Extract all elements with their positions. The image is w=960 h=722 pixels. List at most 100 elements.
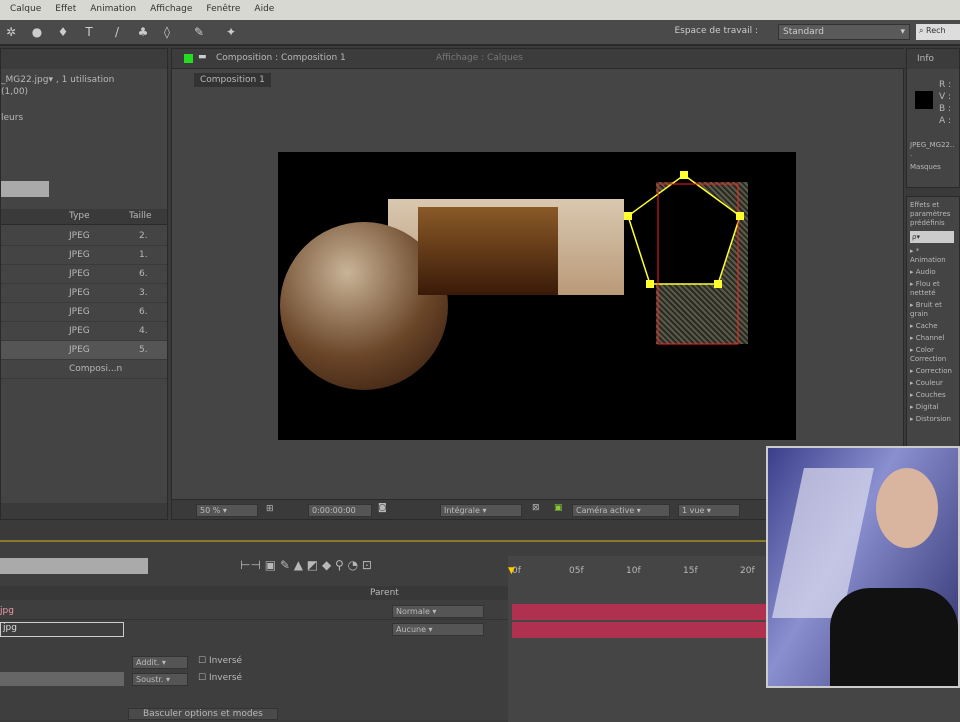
- effects-search-input[interactable]: ρ▾: [910, 231, 954, 243]
- menu-animation[interactable]: Animation: [90, 4, 136, 16]
- layer-row[interactable]: jpg Aucune ▾: [0, 622, 508, 638]
- project-item-row[interactable]: JPEG 1.: [1, 246, 167, 265]
- project-colors: leurs: [1, 113, 24, 123]
- effect-category[interactable]: ▸ Bruit et grain: [910, 301, 956, 319]
- project-header: Type Taille: [1, 209, 167, 225]
- effect-category[interactable]: ▸ Channel: [910, 334, 956, 343]
- mask-mode-select[interactable]: Soustr. ▾: [132, 673, 188, 686]
- effect-category[interactable]: ▸ Audio: [910, 268, 956, 277]
- layer-bar[interactable]: [512, 622, 772, 638]
- project-search-input[interactable]: [1, 181, 49, 197]
- channel-readout: R :V :B :A :: [939, 80, 952, 126]
- menu-bar: Calque Effet Animation Affichage Fenêtre…: [0, 0, 960, 20]
- info-mask: Masques: [910, 163, 941, 171]
- presenter-body: [830, 588, 958, 686]
- mask-mode-select[interactable]: Addit. ▾: [132, 656, 188, 669]
- project-scrollbar[interactable]: [1, 503, 167, 519]
- lock-green-icon: [184, 54, 193, 63]
- layer-bar[interactable]: [512, 604, 772, 620]
- parent-column-header[interactable]: Parent: [370, 588, 399, 598]
- brush-tool-icon[interactable]: /: [110, 25, 124, 39]
- menu-calque[interactable]: Calque: [10, 4, 41, 16]
- puppet-tool-icon[interactable]: ✦: [224, 25, 238, 39]
- folder-icon: ▬: [198, 52, 207, 62]
- menu-aide[interactable]: Aide: [254, 4, 274, 16]
- timeline-tools-icons[interactable]: ⊢⊣ ▣ ✎ ▲ ◩ ◆ ⚲ ◔ ⊡: [240, 558, 372, 572]
- timeline-search-input[interactable]: [0, 558, 148, 574]
- menu-affichage[interactable]: Affichage: [150, 4, 192, 16]
- roto-tool-icon[interactable]: ✎: [192, 25, 206, 39]
- workspace-value: Standard: [783, 27, 824, 37]
- resolution-select[interactable]: Intégrale ▾: [440, 504, 522, 517]
- layer-row[interactable]: jpg Normale ▾: [0, 604, 508, 620]
- effect-category[interactable]: ▸ Couches: [910, 391, 956, 400]
- help-search-input[interactable]: ⌕ Rech: [916, 24, 960, 40]
- project-panel: _MG22.jpg▾ , 1 utilisation (1,00) leurs …: [0, 48, 168, 520]
- castle-shape: [418, 207, 558, 295]
- column-type[interactable]: Type: [69, 211, 90, 221]
- project-item-row[interactable]: JPEG 3.: [1, 284, 167, 303]
- toggle-switches-modes-button[interactable]: Basculer options et modes: [128, 708, 278, 720]
- project-item-row[interactable]: JPEG 5.: [1, 341, 167, 360]
- effect-category[interactable]: ▸ Couleur: [910, 379, 956, 388]
- snapshot-camera-icon[interactable]: ◙: [378, 503, 387, 513]
- effect-category[interactable]: ▸ Digital: [910, 403, 956, 412]
- item-size: 4.: [139, 326, 148, 336]
- project-item-row[interactable]: JPEG 4.: [1, 322, 167, 341]
- tab-composition[interactable]: Composition : Composition 1: [216, 53, 346, 63]
- project-item-row[interactable]: Composi...n: [1, 360, 167, 379]
- mask-inverted-checkbox[interactable]: ☐ Inversé: [198, 673, 242, 683]
- color-swatch: [915, 91, 933, 109]
- effect-category[interactable]: ▸ Cache: [910, 322, 956, 331]
- effect-category[interactable]: ▸ * Animation: [910, 247, 956, 265]
- composition-canvas[interactable]: [278, 152, 796, 440]
- layer-mode-select[interactable]: Aucune ▾: [392, 623, 484, 636]
- pentagon-mask-path: [627, 174, 741, 285]
- item-size: 2.: [139, 231, 148, 241]
- text-tool-icon[interactable]: T: [82, 25, 96, 39]
- menu-fenetre[interactable]: Fenêtre: [206, 4, 240, 16]
- mask-inverted-checkbox[interactable]: ☐ Inversé: [198, 656, 242, 666]
- search-icon: ⌕: [919, 26, 924, 35]
- item-type: JPEG: [69, 307, 90, 317]
- region-icon[interactable]: ⊠: [532, 503, 540, 513]
- project-dimensions: (1,00): [1, 87, 29, 97]
- camera-select[interactable]: Caméra active ▾: [572, 504, 670, 517]
- workspace-select[interactable]: Standard ▾: [778, 24, 910, 40]
- menu-effet[interactable]: Effet: [55, 4, 76, 16]
- views-select[interactable]: 1 vue ▾: [678, 504, 740, 517]
- workspace-label: Espace de travail :: [674, 26, 758, 36]
- tools-toolbar: ✲ ● ♦ T / ♣ ◊ ✎ ✦ Espace de travail : St…: [0, 20, 960, 46]
- effect-category[interactable]: ▸ Flou et netteté: [910, 280, 956, 298]
- zoom-select[interactable]: 50 % ▾: [196, 504, 258, 517]
- mask-overlay[interactable]: [618, 168, 758, 353]
- pan-behind-tool-icon[interactable]: ♦: [56, 25, 70, 39]
- transparency-grid-icon[interactable]: ▣: [554, 503, 563, 513]
- eraser-tool-icon[interactable]: ◊: [160, 25, 174, 39]
- info-file: JPEG_MG22...: [910, 141, 955, 158]
- grid-icon[interactable]: ⊞: [266, 504, 274, 514]
- item-type: JPEG: [69, 326, 90, 336]
- effects-tab[interactable]: Effets et paramètres prédéfinis: [910, 201, 956, 228]
- orbit-tool-icon[interactable]: ✲: [4, 25, 18, 39]
- project-item-row[interactable]: JPEG 6.: [1, 265, 167, 284]
- layer-mode-select[interactable]: Normale ▾: [392, 605, 484, 618]
- tab-layer[interactable]: Affichage : Calques: [436, 53, 523, 63]
- clone-tool-icon[interactable]: ♣: [136, 25, 150, 39]
- item-size: 3.: [139, 288, 148, 298]
- effect-category[interactable]: ▸ Color Correction: [910, 346, 956, 364]
- ruler-tick-label: 05f: [569, 566, 584, 576]
- info-tab[interactable]: Info: [917, 54, 934, 64]
- info-panel: Info R :V :B :A : JPEG_MG22... Masques: [906, 48, 960, 188]
- effect-category[interactable]: ▸ Distorsion: [910, 415, 956, 424]
- column-size[interactable]: Taille: [129, 211, 152, 221]
- composition-breadcrumb[interactable]: Composition 1: [194, 73, 271, 87]
- project-item-row[interactable]: JPEG 6.: [1, 303, 167, 322]
- playhead-icon[interactable]: ▼: [508, 566, 515, 576]
- item-type: JPEG: [69, 231, 90, 241]
- item-type: JPEG: [69, 345, 90, 355]
- camera-tool-icon[interactable]: ●: [30, 25, 44, 39]
- effect-category[interactable]: ▸ Correction: [910, 367, 956, 376]
- timecode-field[interactable]: 0:00:00:00: [308, 504, 372, 517]
- project-item-row[interactable]: JPEG 2.: [1, 227, 167, 246]
